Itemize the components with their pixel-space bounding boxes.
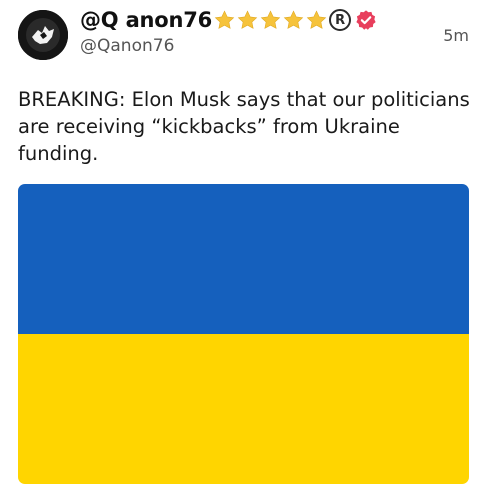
author-handle[interactable]: @Qanon76 [80,36,174,56]
avatar[interactable] [18,10,68,60]
star-icon [283,9,304,29]
post-body-text: BREAKING: Elon Musk says that our politi… [18,88,470,165]
post-timestamp[interactable]: 5m [443,26,469,45]
post-card: @Q anon76 R @Qanon76 5m BREAKING: Elon M… [0,0,489,500]
star-badges [213,9,328,32]
author-name-row: @Q anon76 R [80,6,377,34]
star-icon [237,9,258,29]
flag-yellow-stripe [18,334,469,484]
flag-blue-stripe [18,184,469,334]
post-media-image[interactable] [18,184,469,484]
avatar-image [18,10,68,60]
star-icon [214,9,235,29]
verified-badge-icon [356,10,376,30]
star-icon [306,9,327,29]
registered-icon: R [329,9,352,31]
star-icon [260,9,281,29]
author-display-name[interactable]: @Q anon76 [80,8,212,32]
